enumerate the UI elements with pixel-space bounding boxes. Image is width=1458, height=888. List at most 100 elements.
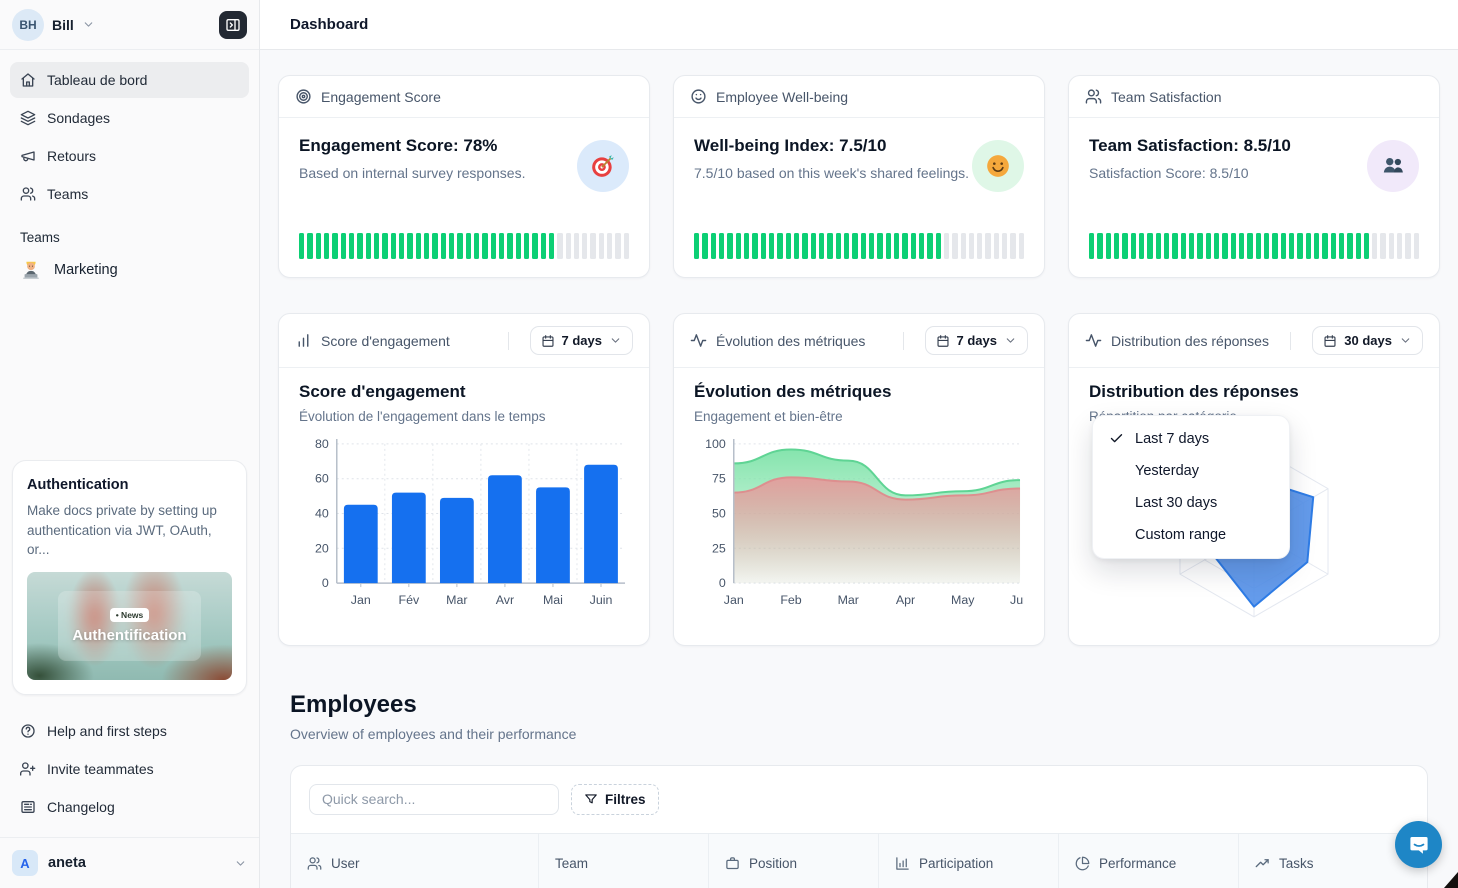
- sidebar: BH Bill Tableau de bord Sondages Retours…: [0, 0, 260, 888]
- sidebar-item-label: Teams: [47, 186, 88, 202]
- sidebar-item-changelog[interactable]: Changelog: [10, 789, 249, 825]
- news-badge: • News: [110, 608, 150, 622]
- team-label: Marketing: [54, 262, 118, 278]
- svg-text:Mar: Mar: [446, 593, 467, 607]
- chart-card-metrics-evolution: Évolution des métriques 7 days Évolution…: [673, 313, 1045, 646]
- chevron-down-icon: [82, 18, 95, 31]
- sidebar-item-tableau-de-bord[interactable]: Tableau de bord: [10, 62, 249, 98]
- sidebar-item-label: Retours: [47, 148, 96, 164]
- teams-section-label: Teams: [0, 218, 259, 251]
- svg-text:20: 20: [315, 541, 329, 555]
- svg-text:Juin: Juin: [590, 593, 613, 607]
- chevron-down-icon: [234, 857, 247, 870]
- filters-button[interactable]: Filtres: [571, 784, 659, 815]
- chart-subtitle: Évolution de l'engagement dans le temps: [299, 409, 629, 424]
- chat-launcher-button[interactable]: [1395, 821, 1442, 868]
- footer-item-label: Invite teammates: [47, 761, 154, 777]
- sidebar-item-invite[interactable]: Invite teammates: [10, 751, 249, 787]
- column-label: User: [331, 856, 360, 871]
- sidebar-item-teams[interactable]: Teams: [10, 176, 249, 212]
- bar-chart-icon: [895, 856, 910, 871]
- divider: [508, 332, 509, 350]
- chart-subtitle: Engagement et bien-être: [694, 409, 1024, 424]
- menu-item-custom-range[interactable]: Custom range: [1099, 519, 1283, 551]
- topbar: Dashboard: [260, 0, 1458, 50]
- activity-icon: [690, 332, 707, 349]
- promo-image-caption: Authentification: [72, 627, 186, 644]
- workspace-user-name[interactable]: Bill: [52, 17, 74, 33]
- sidebar-team-marketing[interactable]: Marketing: [0, 251, 259, 289]
- pie-chart-icon: [1075, 856, 1090, 871]
- svg-text:Mai: Mai: [543, 593, 563, 607]
- sidebar-footer-nav: Help and first steps Invite teammates Ch…: [0, 705, 259, 833]
- stat-card-header-label: Employee Well-being: [716, 89, 1028, 105]
- sidebar-item-label: Sondages: [47, 110, 110, 126]
- footer-item-label: Changelog: [47, 799, 115, 815]
- table-header-row: User Team Position Participation Perform…: [291, 833, 1427, 888]
- progress-bar: [694, 233, 1024, 259]
- technologist-emoji-icon: [20, 259, 42, 281]
- menu-item-label: Yesterday: [1135, 463, 1199, 479]
- menu-item-label: Last 30 days: [1135, 495, 1217, 511]
- date-range-label: 30 days: [1344, 333, 1392, 348]
- date-range-label: 7 days: [957, 333, 997, 348]
- search-input[interactable]: [309, 784, 559, 815]
- promo-description: Make docs private by setting up authenti…: [27, 501, 232, 560]
- chart-card-header-label: Évolution des métriques: [716, 333, 894, 349]
- sidebar-item-help[interactable]: Help and first steps: [10, 713, 249, 749]
- svg-text:80: 80: [315, 437, 329, 451]
- chevron-down-icon: [1399, 334, 1412, 347]
- users-icon: [1085, 88, 1102, 105]
- table-toolbar: Filtres: [291, 766, 1427, 833]
- menu-item-last-7-days[interactable]: Last 7 days: [1099, 423, 1283, 455]
- stat-card-header: Team Satisfaction: [1069, 76, 1439, 118]
- briefcase-icon: [725, 856, 740, 871]
- column-label: Position: [749, 856, 797, 871]
- svg-text:Fév: Fév: [398, 593, 419, 607]
- chart-title: Évolution des métriques: [694, 382, 1024, 402]
- mouse-cursor: [1444, 872, 1458, 888]
- target-icon: [295, 88, 312, 105]
- date-range-button[interactable]: 7 days: [925, 326, 1028, 355]
- busts-glyph: [1380, 153, 1406, 179]
- help-circle-icon: [20, 723, 36, 739]
- sidebar-collapse-button[interactable]: [219, 11, 247, 39]
- sidebar-nav: Tableau de bord Sondages Retours Teams: [0, 50, 259, 218]
- main-area: Dashboard Engagement Score Engagement Sc…: [260, 0, 1458, 888]
- column-label: Performance: [1099, 856, 1176, 871]
- date-range-menu: Last 7 days Yesterday Last 30 days Custo…: [1092, 415, 1290, 559]
- account-avatar: A: [12, 850, 38, 876]
- promo-image[interactable]: • News Authentification: [27, 572, 232, 680]
- promo-title: Authentication: [27, 477, 232, 493]
- user-plus-icon: [20, 761, 36, 777]
- filters-label: Filtres: [605, 792, 646, 807]
- layers-icon: [20, 110, 36, 126]
- date-range-button[interactable]: 30 days: [1312, 326, 1423, 355]
- sidebar-item-retours[interactable]: Retours: [10, 138, 249, 174]
- area-chart: 0255075100JanFebMarAprMayJun: [694, 432, 1024, 627]
- svg-text:Feb: Feb: [780, 593, 801, 607]
- date-range-label: 7 days: [562, 333, 602, 348]
- column-label: Tasks: [1279, 856, 1314, 871]
- users-icon: [307, 856, 322, 871]
- account-switcher[interactable]: A aneta: [0, 837, 259, 888]
- chart-card-engagement-score: Score d'engagement 7 days Score d'engage…: [278, 313, 650, 646]
- menu-item-yesterday[interactable]: Yesterday: [1099, 455, 1283, 487]
- column-header-position: Position: [709, 834, 879, 888]
- calendar-icon: [1323, 334, 1337, 348]
- chart-card-body: Évolution des métriques Engagement et bi…: [674, 368, 1044, 641]
- activity-icon: [1085, 332, 1102, 349]
- stat-card-header: Engagement Score: [279, 76, 649, 118]
- svg-text:Mar: Mar: [838, 593, 859, 607]
- stat-card-header-label: Team Satisfaction: [1111, 89, 1423, 105]
- menu-item-last-30-days[interactable]: Last 30 days: [1099, 487, 1283, 519]
- bar-chart-icon: [295, 332, 312, 349]
- avatar[interactable]: BH: [12, 9, 44, 41]
- column-label: Participation: [919, 856, 993, 871]
- sidebar-header: BH Bill: [0, 0, 259, 50]
- divider: [903, 332, 904, 350]
- svg-text:Avr: Avr: [496, 593, 514, 607]
- sidebar-item-sondages[interactable]: Sondages: [10, 100, 249, 136]
- stat-card-body: Well-being Index: 7.5/10 7.5/10 based on…: [674, 118, 1044, 277]
- date-range-button[interactable]: 7 days: [530, 326, 633, 355]
